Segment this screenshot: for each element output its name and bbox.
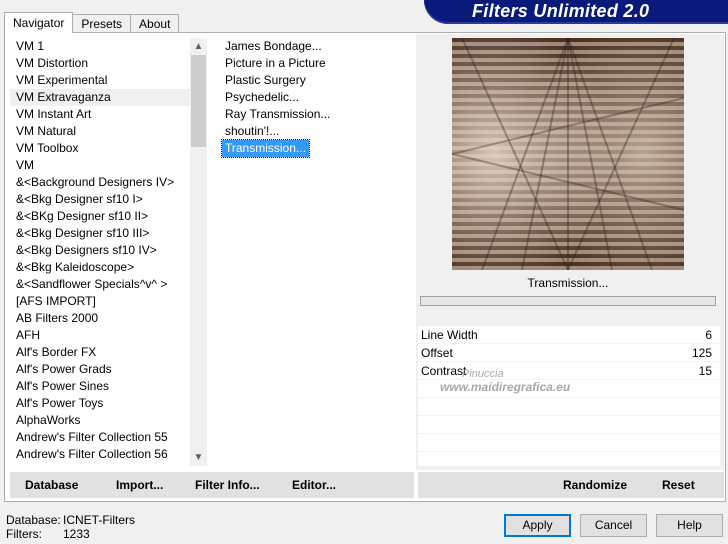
param-name: Line Width — [421, 328, 478, 342]
param-value[interactable]: 125 — [692, 344, 712, 362]
tab-about[interactable]: About — [130, 14, 180, 33]
category-item[interactable]: &<Bkg Designer sf10 I> — [10, 191, 190, 208]
filter-item[interactable]: Ray Transmission... — [222, 106, 333, 123]
filters-count-value: 1233 — [63, 527, 90, 541]
filter-item[interactable]: Transmission... — [221, 139, 310, 158]
category-item[interactable]: [AFS IMPORT] — [10, 293, 190, 310]
filter-row: Plastic Surgery — [222, 72, 412, 89]
navigator-toolbar: Database Import... Filter Info... Editor… — [10, 472, 414, 498]
filter-item[interactable]: James Bondage... — [222, 38, 325, 55]
param-row[interactable]: Offset 125 — [418, 344, 720, 362]
filter-row: Picture in a Picture — [222, 55, 412, 72]
category-item[interactable]: VM Toolbox — [10, 140, 190, 157]
import-button[interactable]: Import... — [116, 478, 163, 492]
randomize-button[interactable]: Randomize — [563, 478, 627, 492]
help-button[interactable]: Help — [656, 514, 723, 537]
category-item[interactable]: Alf's Power Sines — [10, 378, 190, 395]
app-banner: Filters Unlimited 2.0 — [424, 0, 728, 24]
category-item[interactable]: VM Extravaganza — [10, 89, 190, 106]
apply-button[interactable]: Apply — [504, 514, 571, 537]
scroll-thumb[interactable] — [191, 55, 206, 147]
category-item[interactable]: &<BKg Designer sf10 II> — [10, 208, 190, 225]
filter-item[interactable]: Picture in a Picture — [222, 55, 329, 72]
editor-button[interactable]: Editor... — [292, 478, 336, 492]
tab-bar: Navigator Presets About — [4, 12, 180, 33]
category-item[interactable]: Andrew's Filter Collection 56 — [10, 446, 190, 463]
preview-toolbar: Randomize Reset — [418, 472, 724, 498]
cancel-button[interactable]: Cancel — [580, 514, 647, 537]
parameter-list: Line Width 6 Offset 125 Contrast 15 — [418, 326, 720, 470]
filter-item[interactable]: Psychedelic... — [222, 89, 302, 106]
database-value: ICNET-Filters — [63, 513, 135, 527]
category-item[interactable]: &<Bkg Designer sf10 III> — [10, 225, 190, 242]
preview-panel: Transmission... Line Width 6 Offset 125 Cont… — [416, 34, 724, 470]
filter-row: Transmission... — [221, 139, 412, 158]
category-item[interactable]: VM Instant Art — [10, 106, 190, 123]
param-row[interactable]: Contrast 15 — [418, 362, 720, 380]
preview-image — [452, 38, 684, 270]
param-row[interactable]: Line Width 6 — [418, 326, 720, 344]
category-item[interactable]: VM — [10, 157, 190, 174]
filter-row: Psychedelic... — [222, 89, 412, 106]
param-row-empty — [418, 380, 720, 398]
database-button[interactable]: Database — [25, 478, 78, 492]
param-row-empty — [418, 434, 720, 452]
category-item[interactable]: AFH — [10, 327, 190, 344]
param-name: Contrast — [421, 364, 467, 378]
filters-count-label: Filters: — [6, 527, 42, 541]
filter-info-button[interactable]: Filter Info... — [195, 478, 260, 492]
filter-row: James Bondage... — [222, 38, 412, 55]
param-row-empty — [418, 398, 720, 416]
category-list[interactable]: VM 1 VM Distortion VM Experimental VM Extra… — [10, 38, 190, 466]
current-filter-name: Transmission... — [527, 276, 609, 290]
status-area: Database: ICNET-Filters Filters: 1233 — [6, 513, 135, 541]
category-item[interactable]: VM Natural — [10, 123, 190, 140]
category-item[interactable]: VM Experimental — [10, 72, 190, 89]
tab-navigator[interactable]: Navigator — [4, 12, 74, 33]
filter-row: shoutin'!... — [222, 123, 412, 140]
filter-item[interactable]: shoutin'!... — [222, 123, 282, 140]
scroll-down-button[interactable]: ▼ — [190, 449, 207, 466]
category-scrollbar[interactable]: ▲ ▼ — [190, 38, 207, 466]
category-item[interactable]: Alf's Border FX — [10, 344, 190, 361]
category-item[interactable]: AB Filters 2000 — [10, 310, 190, 327]
filter-row: Ray Transmission... — [222, 106, 412, 123]
category-item[interactable]: Alf's Power Toys — [10, 395, 190, 412]
category-item[interactable]: &<Bkg Designers sf10 IV> — [10, 242, 190, 259]
category-item[interactable]: &<Background Designers IV> — [10, 174, 190, 191]
category-item[interactable]: VM Distortion — [10, 55, 190, 72]
param-row-empty — [418, 452, 720, 470]
filter-item[interactable]: Plastic Surgery — [222, 72, 309, 89]
category-item[interactable]: Andrew's Filter Collection 55 — [10, 429, 190, 446]
category-item[interactable]: &<Bkg Kaleidoscope> — [10, 259, 190, 276]
progress-bar — [420, 296, 716, 306]
scroll-up-button[interactable]: ▲ — [190, 38, 207, 55]
app-title: Filters Unlimited 2.0 — [472, 1, 650, 21]
param-row-empty — [418, 416, 720, 434]
category-item[interactable]: AlphaWorks — [10, 412, 190, 429]
category-item[interactable]: Alf's Power Grads — [10, 361, 190, 378]
filter-list[interactable]: James Bondage... Picture in a Picture Plas… — [221, 38, 412, 466]
param-value[interactable]: 6 — [705, 326, 712, 344]
category-item[interactable]: VM 1 — [10, 38, 190, 55]
database-label: Database: — [6, 513, 61, 527]
reset-button[interactable]: Reset — [662, 478, 695, 492]
tab-presets[interactable]: Presets — [72, 14, 132, 33]
param-name: Offset — [421, 346, 453, 360]
param-value[interactable]: 15 — [699, 362, 712, 380]
category-item[interactable]: &<Sandflower Specials^v^ > — [10, 276, 190, 293]
